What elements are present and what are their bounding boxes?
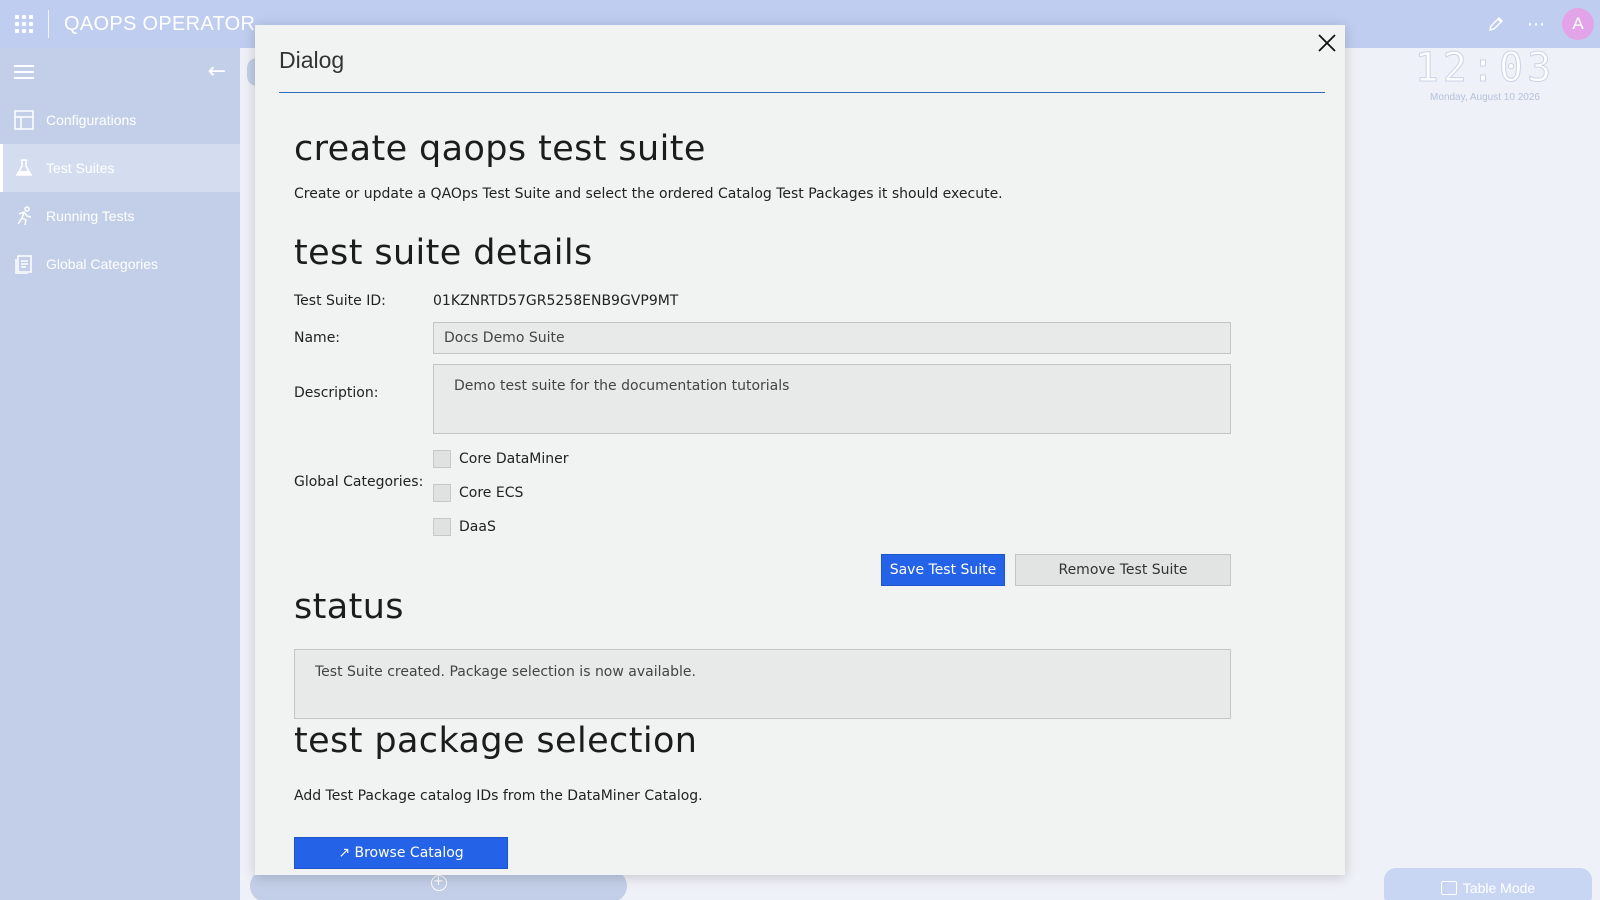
plus-circle-icon[interactable]: +: [430, 875, 447, 891]
checkbox[interactable]: [433, 518, 451, 536]
create-description: Create or update a QAOps Test Suite and …: [294, 186, 1003, 202]
sidebar-item-global-categories[interactable]: Global Categories: [0, 240, 240, 288]
details-heading: test suite details: [294, 233, 593, 273]
apps-grid-icon[interactable]: [0, 0, 48, 48]
category-daas[interactable]: DaaS: [433, 518, 496, 536]
sidebar-item-label: Running Tests: [46, 208, 135, 224]
package-description: Add Test Package catalog IDs from the Da…: [294, 788, 703, 804]
clock-widget: 12:03 Monday, August 10 2026: [1410, 45, 1560, 104]
category-core-dataminer[interactable]: Core DataMiner: [433, 450, 569, 468]
sidebar-item-running-tests[interactable]: Running Tests: [0, 192, 240, 240]
dialog: Dialog create qaops test suite Create or…: [255, 25, 1345, 875]
table-mode-button[interactable]: Table Mode: [1384, 868, 1592, 900]
remove-test-suite-button[interactable]: Remove Test Suite: [1015, 554, 1231, 586]
running-icon: [13, 205, 35, 227]
status-box: Test Suite created. Package selection is…: [294, 649, 1231, 719]
dialog-header: Dialog: [279, 25, 1336, 93]
pencil-icon[interactable]: [1478, 6, 1514, 42]
sidebar-item-label: Configurations: [46, 112, 137, 128]
sidebar-item-test-suites[interactable]: Test Suites: [0, 144, 240, 192]
category-core-ecs[interactable]: Core ECS: [433, 484, 523, 502]
close-icon[interactable]: [1317, 33, 1337, 53]
name-input[interactable]: [433, 322, 1231, 354]
arrow-left-icon[interactable]: ←: [208, 61, 226, 83]
name-label: Name:: [294, 330, 341, 346]
avatar[interactable]: A: [1562, 8, 1594, 40]
clock-date: Monday, August 10 2026: [1430, 92, 1540, 103]
app-title: QAOPS OPERATOR: [64, 12, 256, 35]
test-suite-id-label: Test Suite ID:: [294, 293, 386, 309]
checkbox-label: Core ECS: [459, 485, 524, 501]
checkbox[interactable]: [433, 450, 451, 468]
package-heading: test package selection: [294, 721, 698, 761]
document-icon: [13, 253, 35, 275]
dialog-title: Dialog: [279, 47, 345, 73]
description-textarea[interactable]: Demo test suite for the documentation tu…: [433, 364, 1231, 434]
more-options-icon[interactable]: ⋯: [1518, 6, 1554, 42]
clock-time: 12:03: [1414, 45, 1556, 91]
sidebar-item-label: Global Categories: [46, 256, 159, 272]
layout-icon: [13, 109, 35, 131]
table-mode-label: Table Mode: [1462, 880, 1536, 896]
flask-icon: [13, 157, 35, 179]
hamburger-menu-icon[interactable]: [14, 65, 34, 79]
checkbox-label: Core DataMiner: [459, 451, 569, 467]
checkbox-label: DaaS: [459, 519, 496, 535]
sidebar-item-label: Test Suites: [46, 160, 115, 176]
browse-catalog-button[interactable]: ↗ Browse Catalog: [294, 837, 508, 869]
sidebar-item-configurations[interactable]: Configurations: [0, 96, 240, 144]
status-heading: status: [294, 587, 404, 627]
topbar-actions: ⋯ A: [1478, 0, 1600, 48]
global-categories-label: Global Categories:: [294, 474, 424, 490]
topbar-divider: [48, 10, 49, 38]
description-label: Description:: [294, 385, 379, 401]
table-icon: [1440, 881, 1457, 895]
checkbox[interactable]: [433, 484, 451, 502]
create-heading: create qaops test suite: [294, 129, 706, 169]
test-suite-id-value: 01KZNRTD57GR5258ENB9GVP9MT: [433, 293, 679, 309]
save-test-suite-button[interactable]: Save Test Suite: [881, 554, 1005, 586]
sidebar: ← Configurations Test Suites Running Tes…: [0, 48, 240, 900]
sidebar-header: ←: [0, 48, 240, 96]
